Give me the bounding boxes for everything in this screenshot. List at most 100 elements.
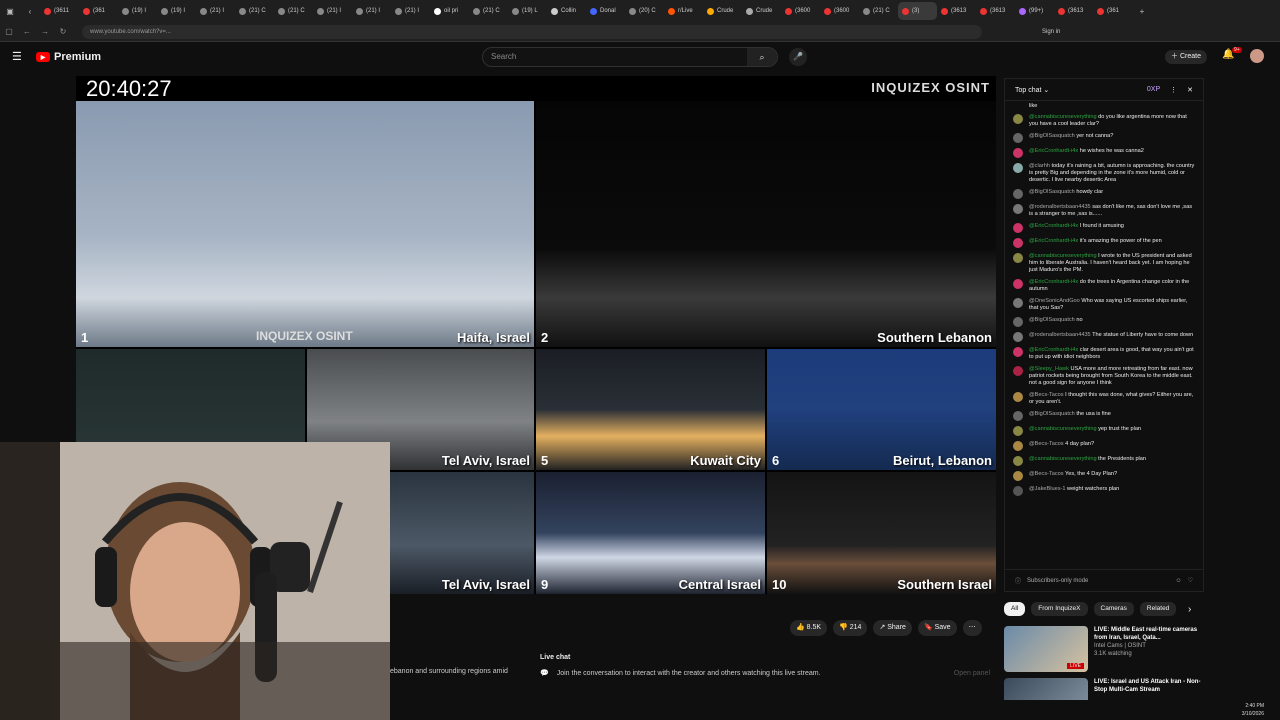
browser-tab[interactable]: (361: [1093, 2, 1132, 20]
chat-author[interactable]: @Becs-Tacos: [1029, 441, 1064, 447]
chat-message[interactable]: @clarhh today it's raining a bit, autumn…: [1013, 163, 1195, 184]
tab-back-icon[interactable]: ‹: [20, 7, 40, 16]
chat-message[interactable]: @EricCronhardt-i4x do the trees in Argen…: [1013, 279, 1195, 293]
browser-tab[interactable]: (3600: [781, 2, 820, 20]
chat-message[interactable]: @BigOlSasquatch the usa is fine: [1013, 411, 1195, 421]
browser-tab[interactable]: (20) C: [625, 2, 664, 20]
chip-from-inquizex[interactable]: From InquizeX: [1031, 602, 1088, 616]
chat-author[interactable]: @rodenalbertsbaan4435: [1029, 204, 1091, 210]
chat-author[interactable]: @EricCronhardt-i4x: [1029, 279, 1078, 285]
create-button[interactable]: ＋ Create: [1165, 50, 1207, 64]
chat-author[interactable]: @BigOlSasquatch: [1029, 133, 1075, 139]
avatar[interactable]: [1250, 49, 1264, 63]
dislike-button[interactable]: 👎 214: [833, 620, 868, 636]
chat-author[interactable]: @EricCronhardt-i4x: [1029, 347, 1078, 353]
chat-author[interactable]: @EricCronhardt-i4x: [1029, 223, 1078, 229]
search-input[interactable]: Search ⌕: [482, 47, 778, 67]
chat-message[interactable]: @JakeBlues-1 weight watchers plan: [1013, 486, 1195, 496]
chat-author[interactable]: @Sleepy_Hawk: [1029, 366, 1069, 372]
more-actions-icon[interactable]: ⋯: [962, 620, 982, 636]
chat-author[interactable]: @BigOlSasquatch: [1029, 189, 1075, 195]
browser-tab[interactable]: (21) C: [859, 2, 898, 20]
chat-author[interactable]: @BigOlSasquatch: [1029, 317, 1075, 323]
chat-author[interactable]: @cannabiscureseverything: [1029, 426, 1097, 432]
browser-tab[interactable]: (19) I: [157, 2, 196, 20]
chat-author[interactable]: @EricCronhardt-i4x: [1029, 238, 1078, 244]
browser-tab[interactable]: Donal: [586, 2, 625, 20]
browser-tab[interactable]: (3611: [40, 2, 79, 20]
youtube-logo[interactable]: ▶ Premium: [36, 51, 101, 63]
browser-tab[interactable]: (3613: [976, 2, 1015, 20]
chat-message[interactable]: @Becs-Tacos 4 day plan?: [1013, 441, 1195, 451]
chat-mode-dropdown[interactable]: Top chat ⌄: [1015, 86, 1049, 94]
chat-more-icon[interactable]: ⋮: [1170, 86, 1177, 94]
microphone-icon[interactable]: 🎤: [789, 48, 807, 66]
chat-author[interactable]: @Becs-Tacos: [1029, 392, 1064, 398]
chat-message[interactable]: @BigOlSasquatch yer not canna?: [1013, 133, 1195, 143]
chat-message[interactable]: @Becs-Tacos Yes, the 4 Day Plan?: [1013, 471, 1195, 481]
save-button[interactable]: 🔖 Save: [917, 620, 957, 636]
chat-message[interactable]: @EricCronhardt-i4x clar desert area is g…: [1013, 347, 1195, 361]
browser-tab[interactable]: Crude: [742, 2, 781, 20]
chip-related[interactable]: Related: [1139, 602, 1177, 616]
xp-badge[interactable]: 0XP: [1147, 86, 1160, 93]
sidebar-toggle-icon[interactable]: ▢: [0, 27, 18, 36]
recommendation-item[interactable]: LIVE LIVE: Middle East real-time cameras…: [1004, 626, 1204, 672]
chat-author[interactable]: @Becs-Tacos: [1029, 471, 1064, 477]
browser-tab[interactable]: (3): [898, 2, 937, 20]
chat-message[interactable]: @Sleepy_Hawk USA more and more retreatin…: [1013, 366, 1195, 387]
chat-message[interactable]: @EricCronhardt-i4x it's amazing the powe…: [1013, 238, 1195, 248]
browser-tab[interactable]: (99+): [1015, 2, 1054, 20]
browser-tab[interactable]: (3613: [937, 2, 976, 20]
browser-tab[interactable]: Crude: [703, 2, 742, 20]
chat-message[interactable]: @BigOlSasquatch howdy clar: [1013, 189, 1195, 199]
chat-author[interactable]: @BigOlSasquatch: [1029, 411, 1075, 417]
chat-close-icon[interactable]: ✕: [1187, 86, 1193, 94]
menu-icon[interactable]: ☰: [12, 50, 22, 63]
chat-message[interactable]: @Becs-Tacos I thought this was done, wha…: [1013, 392, 1195, 406]
open-panel-button[interactable]: Open panel: [954, 670, 990, 677]
like-button[interactable]: 👍 8.5K: [790, 620, 828, 636]
url-field[interactable]: www.youtube.com/watch?v=...: [82, 24, 982, 39]
browser-tab[interactable]: (3613: [1054, 2, 1093, 20]
browser-tab[interactable]: (21) C: [235, 2, 274, 20]
chat-author[interactable]: @clarhh: [1029, 163, 1050, 169]
chat-author[interactable]: @rodenalbertsbaan4435: [1029, 332, 1091, 338]
chat-message[interactable]: @EricCronhardt-i4x I found it amusing: [1013, 223, 1195, 233]
browser-tab[interactable]: (21) C: [469, 2, 508, 20]
chip-cameras[interactable]: Cameras: [1093, 602, 1134, 616]
browser-tab[interactable]: (21) I: [391, 2, 430, 20]
reload-icon[interactable]: ↻: [54, 27, 72, 36]
chat-author[interactable]: @cannabiscureseverything: [1029, 253, 1097, 259]
heart-icon[interactable]: ♡: [1188, 577, 1193, 584]
chat-message[interactable]: @rodenalbertsbaan4435 sas don't like me,…: [1013, 204, 1195, 218]
browser-tab[interactable]: (21) I: [196, 2, 235, 20]
chat-author[interactable]: @JakeBlues-1: [1029, 486, 1065, 492]
chat-author[interactable]: @OneSonicAndGoo: [1029, 298, 1080, 304]
browser-tab[interactable]: (21) C: [274, 2, 313, 20]
chat-author[interactable]: @cannabiscureseverything: [1029, 114, 1097, 120]
chat-author[interactable]: @cannabiscureseverything: [1029, 456, 1097, 462]
browser-tab[interactable]: (19) I: [118, 2, 157, 20]
chat-message[interactable]: @cannabiscureseverything the Presidents …: [1013, 456, 1195, 466]
new-tab-icon[interactable]: +: [1132, 7, 1152, 16]
tab-menu-icon[interactable]: ▣: [0, 7, 20, 16]
browser-tab[interactable]: (3600: [820, 2, 859, 20]
browser-tab[interactable]: (21) I: [313, 2, 352, 20]
back-icon[interactable]: ←: [18, 27, 36, 36]
chat-message[interactable]: @rodenalbertsbaan4435 The statue of Libe…: [1013, 332, 1195, 342]
browser-tab[interactable]: oil pri: [430, 2, 469, 20]
chat-message[interactable]: @EricCronhardt-i4x he wishes he was cann…: [1013, 148, 1195, 158]
chat-message[interactable]: @cannabiscureseverything do you like arg…: [1013, 114, 1195, 128]
browser-tab[interactable]: r/Live: [664, 2, 703, 20]
forward-icon[interactable]: →: [36, 27, 54, 36]
browser-tab[interactable]: (19) L: [508, 2, 547, 20]
chat-message[interactable]: @OneSonicAndGoo Who was saying US escort…: [1013, 298, 1195, 312]
browser-signin-button[interactable]: Sign in: [1042, 29, 1060, 35]
chat-message[interactable]: @cannabiscureseverything yep trust the p…: [1013, 426, 1195, 436]
chat-author[interactable]: @EricCronhardt-i4x: [1029, 148, 1078, 154]
chips-next-icon[interactable]: ›: [1188, 604, 1191, 615]
chat-message[interactable]: @cannabiscureseverything I wrote to the …: [1013, 253, 1195, 274]
chat-message[interactable]: @BigOlSasquatch no: [1013, 317, 1195, 327]
browser-tab[interactable]: Collin: [547, 2, 586, 20]
